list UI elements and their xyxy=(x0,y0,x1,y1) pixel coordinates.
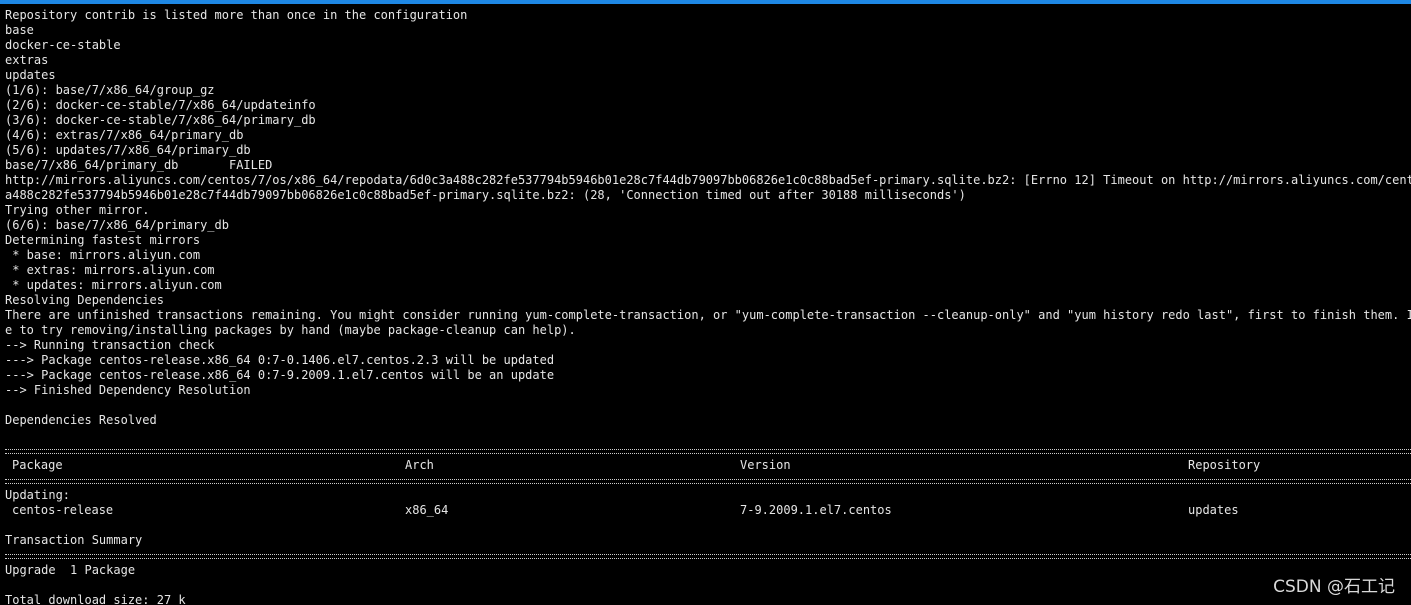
terminal-line: e to try removing/installing packages by… xyxy=(5,323,576,337)
table-row: centos-release x86_64 7-9.2009.1.el7.cen… xyxy=(0,503,1411,518)
terminal-line: (1/6): base/7/x86_64/group_gz xyxy=(5,83,215,97)
summary-title: Transaction Summary xyxy=(5,533,143,547)
window-accent-bar xyxy=(0,0,1411,4)
terminal-line: a488c282fe537794b5946b01e28c7f44db79097b… xyxy=(5,188,966,202)
terminal-line: ---> Package centos-release.x86_64 0:7-0… xyxy=(5,353,555,367)
terminal-line: There are unfinished transactions remain… xyxy=(5,308,1411,322)
download-size-line: Total download size: 27 k xyxy=(5,593,186,605)
terminal-line: (6/6): base/7/x86_64/primary_db xyxy=(5,218,229,232)
terminal-line: * extras: mirrors.aliyun.com xyxy=(5,263,215,277)
terminal-line: --> Running transaction check xyxy=(5,338,215,352)
terminal-output[interactable]: Repository contrib is listed more than o… xyxy=(0,8,1411,605)
header-package: Package xyxy=(12,458,63,472)
cell-package: centos-release xyxy=(12,503,114,517)
csdn-watermark: CSDN @石工记 xyxy=(1273,577,1395,597)
cell-arch: x86_64 xyxy=(405,503,449,517)
summary-separator xyxy=(0,548,1411,563)
table-separator-double xyxy=(0,473,1411,488)
terminal-line: Trying other mirror. xyxy=(5,203,150,217)
header-arch: Arch xyxy=(405,458,434,472)
terminal-line: Repository contrib is listed more than o… xyxy=(5,8,468,22)
terminal-line: updates xyxy=(5,68,56,82)
cell-repository: updates xyxy=(1188,503,1239,517)
terminal-line: base xyxy=(5,23,34,37)
terminal-line: (2/6): docker-ce-stable/7/x86_64/updatei… xyxy=(5,98,316,112)
terminal-line: --> Finished Dependency Resolution xyxy=(5,383,251,397)
terminal-line: * updates: mirrors.aliyun.com xyxy=(5,278,222,292)
terminal-line: Dependencies Resolved xyxy=(5,413,157,427)
terminal-line: base/7/x86_64/primary_db FAILED xyxy=(5,158,273,172)
terminal-line: (5/6): updates/7/x86_64/primary_db xyxy=(5,143,251,157)
upgrade-line: Upgrade 1 Package xyxy=(5,563,136,577)
table-separator-double xyxy=(0,443,1411,458)
terminal-line: (4/6): extras/7/x86_64/primary_db xyxy=(5,128,244,142)
terminal-line: extras xyxy=(5,53,49,67)
terminal-line: (3/6): docker-ce-stable/7/x86_64/primary… xyxy=(5,113,316,127)
terminal-line: Determining fastest mirrors xyxy=(5,233,201,247)
terminal-line: ---> Package centos-release.x86_64 0:7-9… xyxy=(5,368,555,382)
table-header-row: Package Arch Version Repository xyxy=(0,458,1411,473)
terminal-line: * base: mirrors.aliyun.com xyxy=(5,248,201,262)
terminal-lines: Repository contrib is listed more than o… xyxy=(0,8,1411,428)
cell-version: 7-9.2009.1.el7.centos xyxy=(740,503,892,517)
terminal-line: Resolving Dependencies xyxy=(5,293,164,307)
section-label: Updating: xyxy=(5,488,71,502)
terminal-line: docker-ce-stable xyxy=(5,38,121,52)
terminal-line: http://mirrors.aliyuncs.com/centos/7/os/… xyxy=(5,173,1411,187)
header-version: Version xyxy=(740,458,791,472)
header-repository: Repository xyxy=(1188,458,1261,472)
